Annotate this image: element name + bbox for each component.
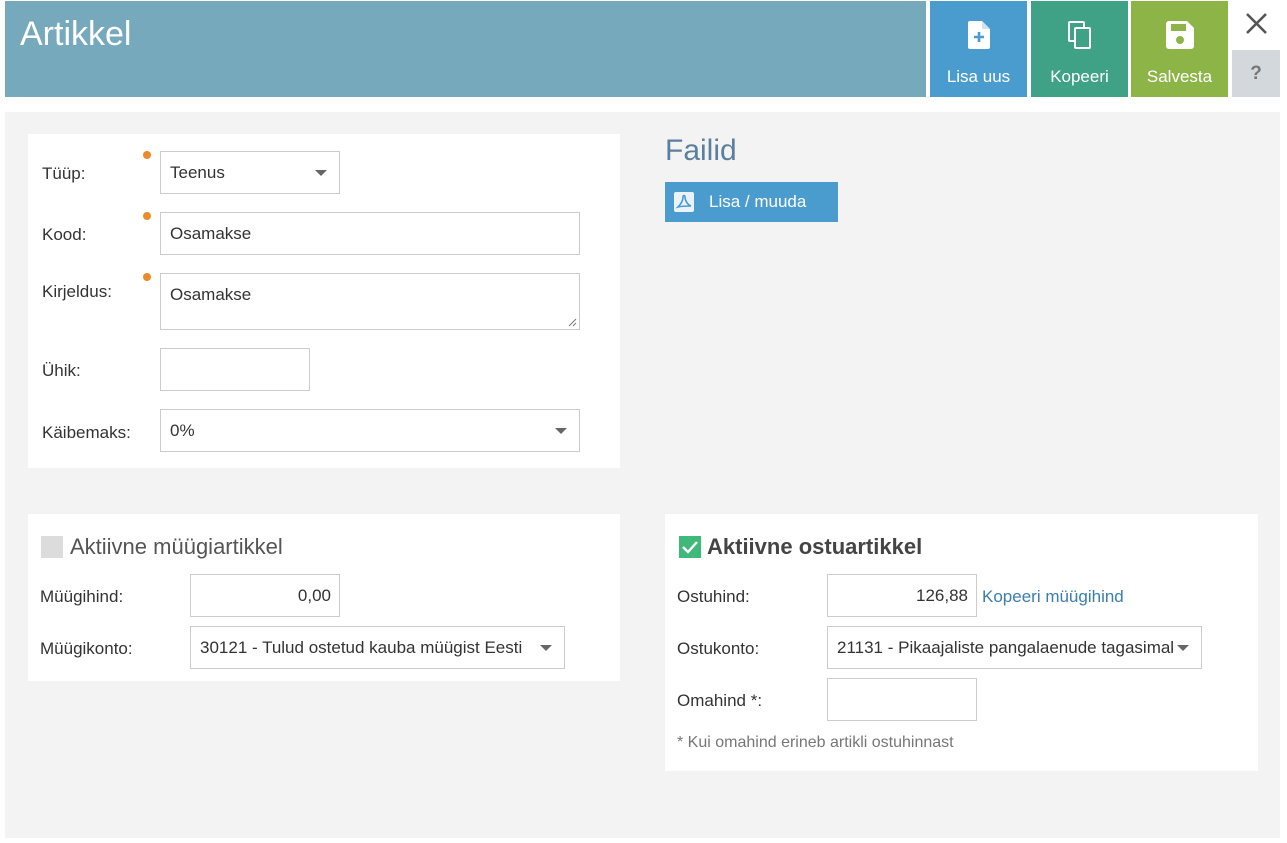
sales-active-checkbox[interactable] xyxy=(41,536,63,558)
sales-price-label: Müügihind: xyxy=(40,587,124,606)
unit-input[interactable] xyxy=(160,348,310,391)
copy-sales-price-link[interactable]: Kopeeri müügihind xyxy=(982,587,1124,607)
unit-label: Ühik: xyxy=(42,361,81,380)
checkmark-icon xyxy=(682,541,698,554)
purchase-price-label: Ostuhind: xyxy=(677,587,750,606)
add-new-button[interactable]: Lisa uus xyxy=(930,1,1027,97)
save-button[interactable]: Salvesta xyxy=(1131,1,1228,97)
sales-account-select[interactable]: 30121 - Tulud ostetud kauba müügist Eest… xyxy=(190,626,565,669)
chevron-down-icon xyxy=(1177,644,1189,651)
resize-handle-icon[interactable] xyxy=(567,317,577,327)
chevron-down-icon xyxy=(315,169,327,176)
save-label: Salvesta xyxy=(1146,67,1213,86)
close-icon xyxy=(1246,13,1267,34)
copy-button[interactable]: Kopeeri xyxy=(1031,1,1128,97)
chevron-down-icon xyxy=(540,644,552,651)
description-textarea[interactable]: Osamakse xyxy=(160,273,580,330)
type-label: Tüüp: xyxy=(42,164,86,183)
purchase-account-label: Ostukonto: xyxy=(677,639,760,658)
help-button[interactable]: ? xyxy=(1232,50,1280,97)
add-edit-files-button[interactable]: Lisa / muuda xyxy=(665,182,838,222)
sales-section-title: Aktiivne müügiartikkel xyxy=(70,534,283,559)
save-icon xyxy=(1165,21,1194,54)
content-area: Tüüp: Teenus Kood: Osamakse Kirjeldus: O… xyxy=(5,112,1280,838)
purchase-section-title: Aktiivne ostuartikkel xyxy=(707,534,923,559)
type-select[interactable]: Teenus xyxy=(160,151,340,194)
pdf-icon xyxy=(674,192,694,212)
close-button[interactable] xyxy=(1232,1,1280,47)
chevron-down-icon xyxy=(555,427,567,434)
sales-article-panel: Aktiivne müügiartikkel Müügihind: 0,00 M… xyxy=(28,514,620,681)
add-edit-files-label: Lisa / muuda xyxy=(709,192,807,211)
required-indicator xyxy=(143,151,151,159)
vat-select[interactable]: 0% xyxy=(160,409,580,452)
add-new-label: Lisa uus xyxy=(946,67,1011,86)
cost-price-label: Omahind *: xyxy=(677,691,763,710)
description-label: Kirjeldus: xyxy=(42,282,112,301)
copy-icon xyxy=(1067,21,1092,54)
code-label: Kood: xyxy=(42,225,87,244)
required-indicator xyxy=(143,273,151,281)
article-form-panel: Tüüp: Teenus Kood: Osamakse Kirjeldus: O… xyxy=(28,134,620,468)
sales-account-label: Müügikonto: xyxy=(40,639,133,658)
code-input[interactable]: Osamakse xyxy=(160,212,580,255)
required-indicator xyxy=(143,212,151,220)
cost-price-input[interactable] xyxy=(827,678,977,721)
purchase-account-select[interactable]: 21131 - Pikaajaliste pangalaenude tagasi… xyxy=(827,626,1202,669)
purchase-price-input[interactable]: 126,88 xyxy=(827,574,977,617)
vat-label: Käibemaks: xyxy=(42,423,131,442)
page-title: Artikkel xyxy=(20,15,132,53)
copy-label: Kopeeri xyxy=(1050,67,1109,86)
new-file-icon xyxy=(967,21,990,54)
files-heading: Failid xyxy=(665,134,737,167)
purchase-active-checkbox[interactable] xyxy=(679,536,701,558)
purchase-article-panel: Aktiivne ostuartikkel Ostuhind: 126,88 K… xyxy=(665,514,1258,771)
title-bar: Artikkel xyxy=(5,1,926,97)
cost-price-note: * Kui omahind erineb artikli ostuhinnast xyxy=(677,734,954,751)
sales-price-input[interactable]: 0,00 xyxy=(190,574,340,617)
